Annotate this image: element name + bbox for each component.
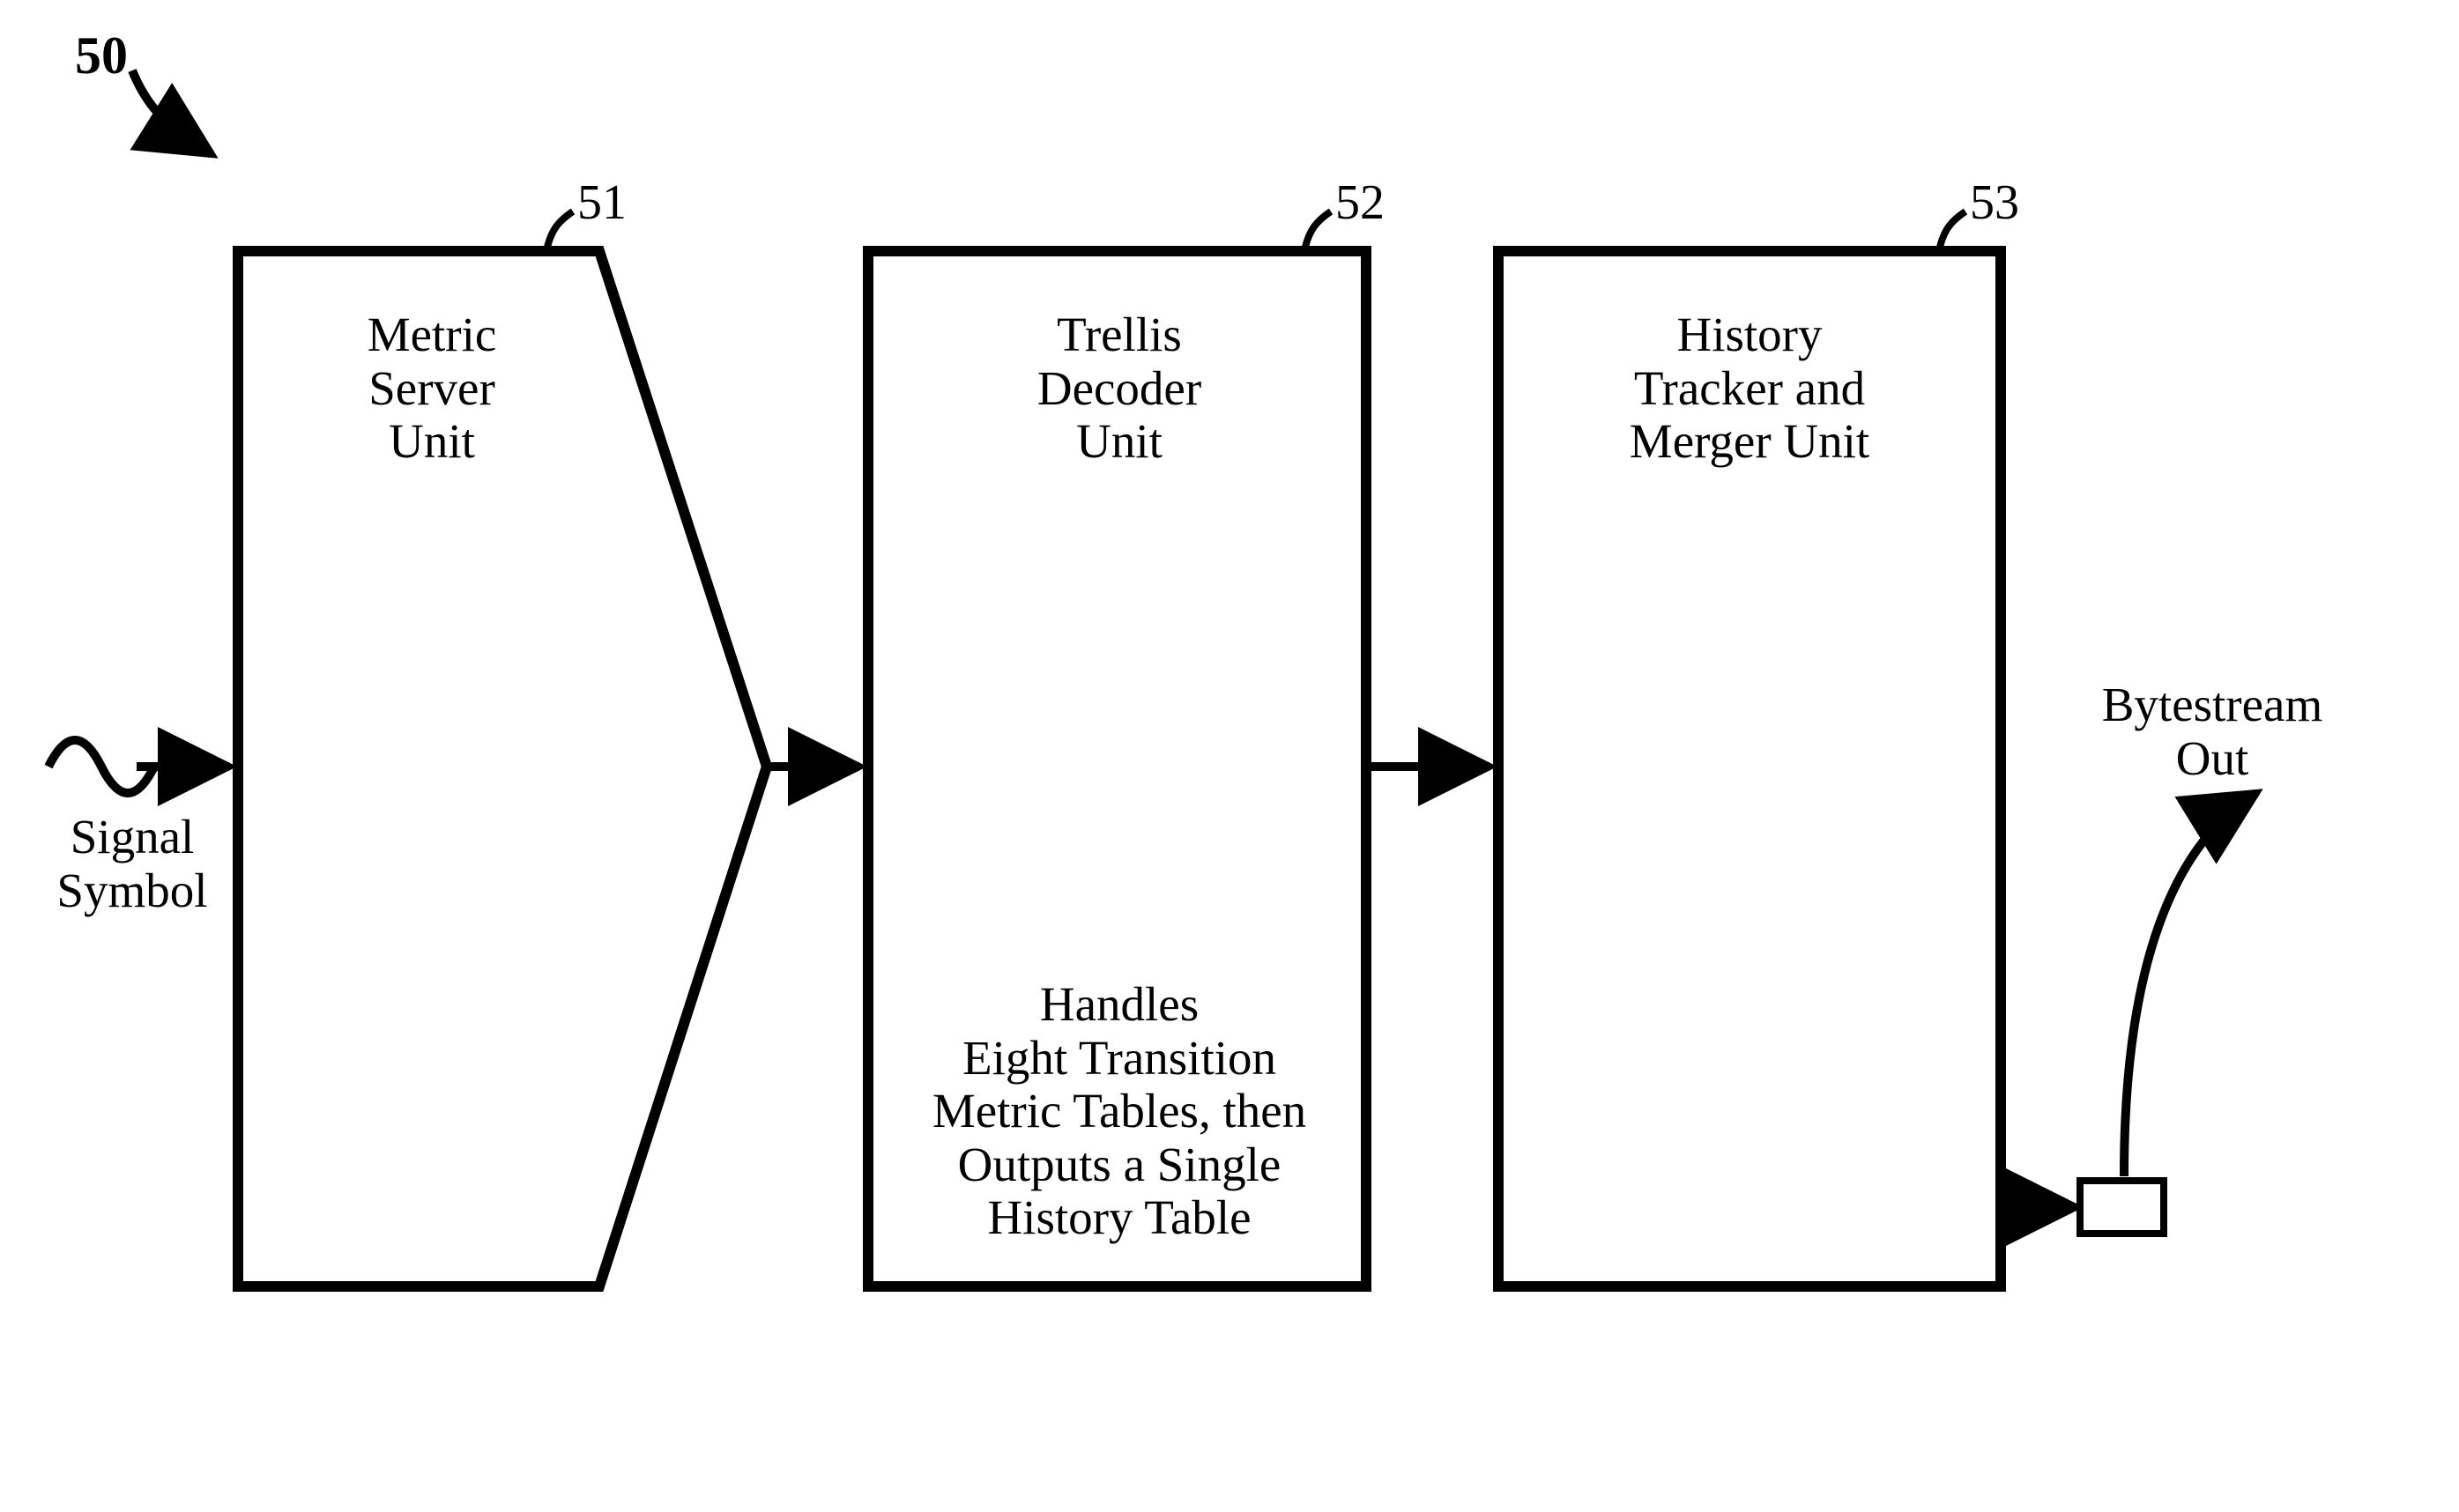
figure-leader-arrow <box>132 70 212 154</box>
ref-52-leader <box>1304 211 1331 251</box>
output-curve-arrow <box>2124 793 2256 1176</box>
ref-53-leader <box>1939 211 1965 251</box>
ref-52: 52 <box>1335 176 1385 231</box>
figure-number: 50 <box>75 26 128 85</box>
history-tracker-title: History Tracker and Merger Unit <box>1516 308 1983 469</box>
trellis-decoder-body: Handles Eight Transition Metric Tables, … <box>881 978 1357 1245</box>
ref-53: 53 <box>1970 176 2019 231</box>
trellis-decoder-title: Trellis Decoder Unit <box>890 308 1348 469</box>
ref-51: 51 <box>577 176 627 231</box>
ref-51-leader <box>546 211 573 251</box>
diagram-stage: 50 Signal Symbol 51 Metric Server Unit 5… <box>0 0 2459 1512</box>
output-port-box <box>2080 1181 2164 1234</box>
input-label: Signal Symbol <box>44 811 220 917</box>
metric-server-title: Metric Server Unit <box>264 308 599 469</box>
output-label: Bytestream Out <box>2027 678 2397 785</box>
